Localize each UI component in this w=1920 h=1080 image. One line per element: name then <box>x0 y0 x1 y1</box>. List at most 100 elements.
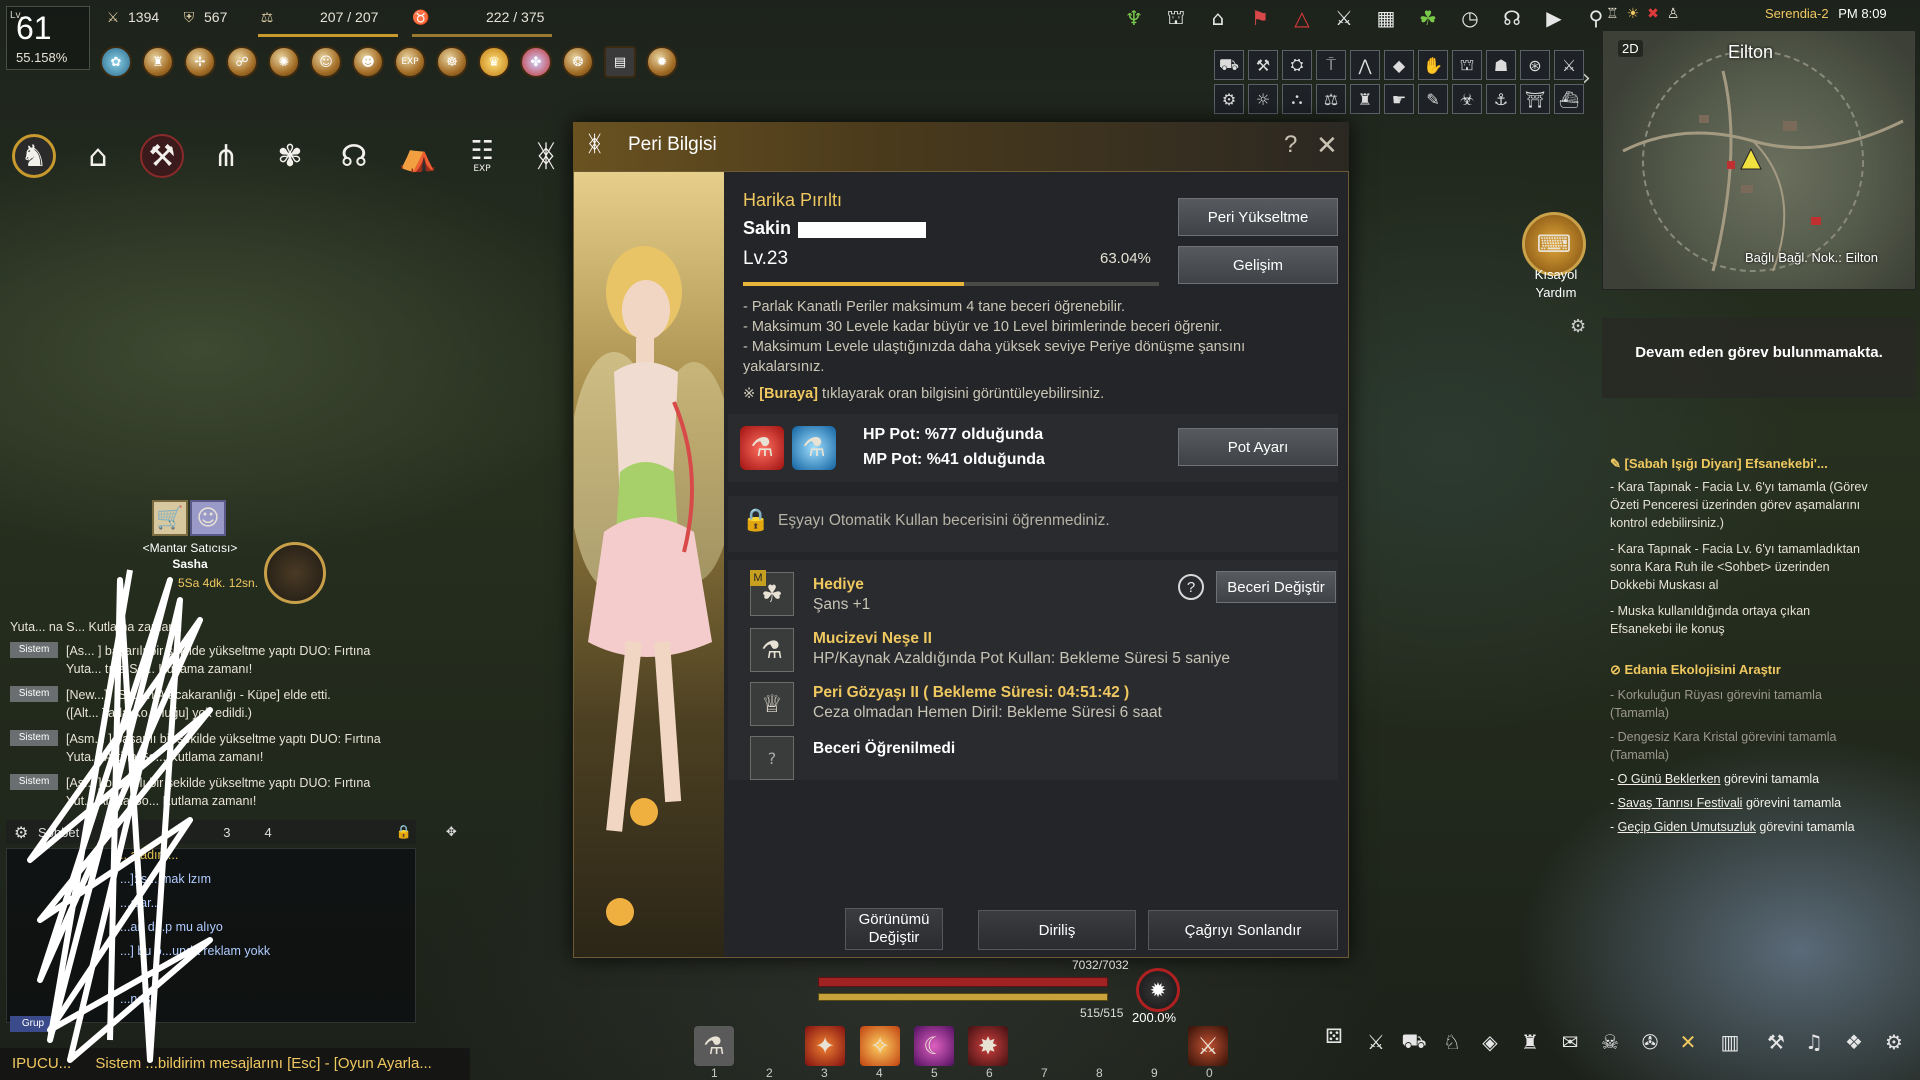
menu-cell-icon[interactable]: ⛭ <box>1282 50 1312 80</box>
headset-icon[interactable]: ☊ <box>1498 4 1526 32</box>
wolf-icon[interactable]: ♘ <box>1438 1028 1466 1056</box>
buff-gauge-icon[interactable]: ✹ <box>1136 968 1180 1012</box>
menu-cell-icon[interactable]: ◆ <box>1384 50 1414 80</box>
buff-icon[interactable]: ♛ <box>478 46 510 78</box>
solare-icon[interactable]: ⚔ <box>1330 4 1358 32</box>
menu-cell-icon[interactable]: ♜ <box>1350 84 1380 114</box>
exp-buff-icon[interactable]: EXP <box>394 46 426 78</box>
menu-cell-icon[interactable]: ⚒ <box>1248 50 1278 80</box>
menu-cell-icon[interactable]: ⊛ <box>1520 50 1550 80</box>
quest-group-2-title[interactable]: ⊘ Edania Ekolojisini Araştır <box>1610 662 1916 678</box>
menu-cell-icon[interactable]: ⋀ <box>1350 50 1380 80</box>
triangle-node-icon[interactable]: △ <box>1288 4 1316 32</box>
close-cross-icon[interactable]: ✕ <box>1674 1028 1702 1056</box>
maid-icon[interactable]: ☊ <box>332 134 376 178</box>
revive-button[interactable]: Diriliş <box>978 910 1136 950</box>
buff-icon[interactable]: ☺ <box>310 46 342 78</box>
buff-icon[interactable]: ♜ <box>142 46 174 78</box>
menu-cell-icon[interactable]: ⚙ <box>1214 84 1244 114</box>
menu-cell-icon[interactable]: ⛬ <box>1282 84 1312 114</box>
menu-cell-icon[interactable]: ☼ <box>1248 84 1278 114</box>
dice-icon[interactable]: ⚄ <box>1320 1022 1348 1050</box>
buff-icon[interactable]: ☻ <box>352 46 384 78</box>
gift-icon[interactable]: ♜ <box>1516 1028 1544 1056</box>
event-flag-icon[interactable]: ⚑ <box>1246 4 1274 32</box>
bell-icon[interactable]: ♫ <box>1800 1028 1828 1056</box>
horse-icon[interactable]: ♞ <box>12 134 56 178</box>
quickslot-skill-icon[interactable]: ☾ <box>914 1026 954 1066</box>
shop-cart-icon[interactable]: 🛒 <box>152 500 188 536</box>
cooldown-dial[interactable] <box>264 542 326 604</box>
party-exp-icon[interactable]: ☷ EXP <box>460 134 504 178</box>
menu-cell-icon[interactable]: ⚓ <box>1486 84 1516 114</box>
menu-cell-icon[interactable]: ⛩ <box>1520 84 1550 114</box>
house-icon[interactable]: ⌂ <box>76 134 120 178</box>
clock-icon[interactable]: ◷ <box>1456 4 1484 32</box>
menu-cell-icon[interactable]: ✎ <box>1418 84 1448 114</box>
play-icon[interactable]: ▶ <box>1540 4 1568 32</box>
quickslot-skill-icon[interactable]: ⚔ <box>1188 1026 1228 1066</box>
rate-info-link[interactable]: [Buraya] <box>759 386 818 402</box>
menu-cell-icon[interactable]: ⍑ <box>1316 50 1346 80</box>
menu-cell-icon[interactable]: ☗ <box>1486 50 1516 80</box>
quickslot-skill-icon[interactable]: ✸ <box>968 1026 1008 1066</box>
quickslot-skill-icon[interactable]: ✦ <box>805 1026 845 1066</box>
mail-icon[interactable]: ✉ <box>1556 1028 1584 1056</box>
menu-cell-icon[interactable]: ⚔ <box>1554 50 1584 80</box>
ticket-icon[interactable]: ✇ <box>1636 1028 1664 1056</box>
quest-line[interactable]: - Savaş Tanrısı Festivali görevini tamam… <box>1610 794 1916 812</box>
menu-cell-icon[interactable]: ⚖ <box>1316 84 1346 114</box>
minimap-2d-toggle[interactable]: 2D <box>1618 40 1643 57</box>
expand-chevron-icon[interactable]: › <box>1582 66 1591 91</box>
quest-link[interactable]: O Günü Beklerken <box>1618 772 1721 786</box>
menu-cell-icon[interactable]: ⛫ <box>1452 50 1482 80</box>
buff-icon[interactable]: ✤ <box>520 46 552 78</box>
skill-help-icon[interactable]: ? <box>1178 574 1204 600</box>
buff-icon[interactable]: ▤ <box>604 46 636 78</box>
pet-icon[interactable]: ❖ <box>1840 1028 1868 1056</box>
market-icon[interactable]: ⛫ <box>1162 4 1190 32</box>
quest-group-1-title[interactable]: ✎ [Sabah Işığı Diyarı] Efsanekebi'... <box>1610 456 1916 472</box>
quest-link[interactable]: Geçip Giden Umutsuzluk <box>1618 820 1756 834</box>
crossed-swords-icon[interactable]: ⚔ <box>1362 1028 1390 1056</box>
quest-line[interactable]: - O Günü Beklerken görevini tamamla <box>1610 770 1916 788</box>
fairy-butterfly-icon[interactable]: ᛤ <box>524 134 568 178</box>
diamond-icon[interactable]: ◈ <box>1476 1028 1504 1056</box>
fairy-growth-button[interactable]: Gelişim <box>1178 246 1338 284</box>
close-icon[interactable]: ✕ <box>1316 130 1338 161</box>
change-skill-button[interactable]: Beceri Değiştir <box>1216 571 1336 603</box>
chat-move-icon[interactable]: ✥ <box>446 824 457 840</box>
buff-icon[interactable]: ❂ <box>562 46 594 78</box>
buff-icon[interactable]: ☸ <box>436 46 468 78</box>
calendar-icon[interactable]: ▦ <box>1372 4 1400 32</box>
workshop-icon[interactable]: ⚒ <box>140 134 184 178</box>
menu-cell-icon[interactable]: ☛ <box>1384 84 1414 114</box>
buff-icon[interactable]: ✿ <box>100 46 132 78</box>
quickslot-item-icon[interactable]: ⚗ <box>694 1026 734 1066</box>
antler-icon[interactable]: ♆ <box>1120 4 1148 32</box>
book-icon[interactable]: ▥ <box>1716 1028 1744 1056</box>
menu-cell-icon[interactable]: ✋ <box>1418 50 1448 80</box>
pet-paw-icon[interactable]: ✾ <box>268 134 312 178</box>
family-tree-icon[interactable]: ☘ <box>1414 4 1442 32</box>
guild-house-icon[interactable]: ⌂ <box>1204 4 1232 32</box>
camp-tent-icon[interactable]: ⛺ <box>396 134 440 178</box>
end-summon-button[interactable]: Çağrıyı Sonlandır <box>1148 910 1338 950</box>
buff-icon[interactable]: ☍ <box>226 46 258 78</box>
change-appearance-button[interactable]: Görünümü Değiştir <box>845 908 943 950</box>
challenge-icon[interactable]: ☠ <box>1596 1028 1624 1056</box>
fairy-upgrade-button[interactable]: Peri Yükseltme <box>1178 198 1338 236</box>
pot-settings-button[interactable]: Pot Ayarı <box>1178 428 1338 466</box>
menu-cell-icon[interactable]: ⛟ <box>1214 50 1244 80</box>
horse-carriage-icon[interactable]: ⛟ <box>1400 1028 1428 1056</box>
buff-icon[interactable]: ✢ <box>184 46 216 78</box>
quest-link[interactable]: Savaş Tanrısı Festivali <box>1618 796 1743 810</box>
settings-gear-icon[interactable]: ⚙ <box>1880 1028 1908 1056</box>
menu-cell-icon[interactable]: ⛴ <box>1554 84 1584 114</box>
chat-lock-icon[interactable]: 🔒 <box>396 824 412 840</box>
buff-icon[interactable]: ✺ <box>268 46 300 78</box>
chat-tab[interactable]: 4 <box>264 825 271 840</box>
menu-cell-icon[interactable]: ☣ <box>1452 84 1482 114</box>
quickslot-skill-icon[interactable]: ✧ <box>860 1026 900 1066</box>
chalice-icon[interactable]: ♕ <box>750 682 794 726</box>
